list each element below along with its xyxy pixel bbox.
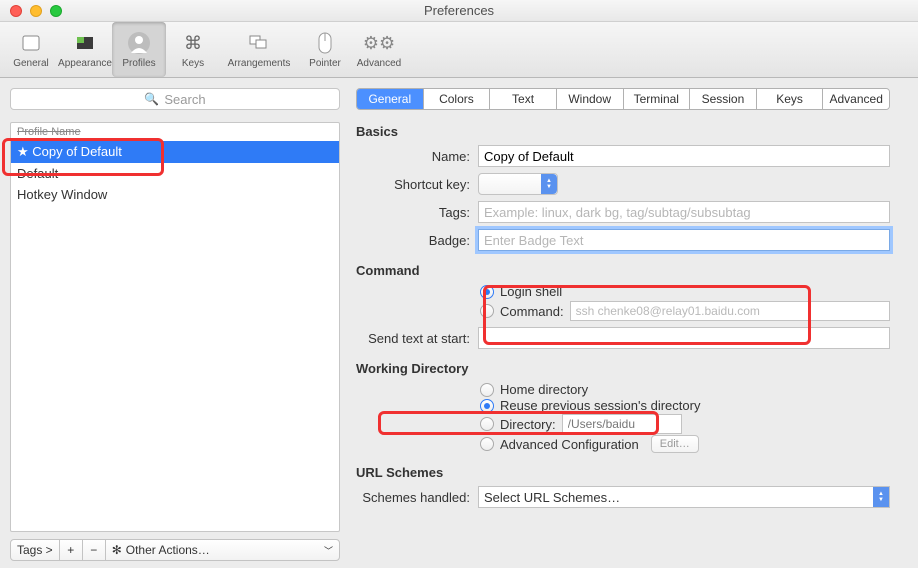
toolbar-label: Advanced	[357, 58, 401, 69]
toolbar-general[interactable]: General	[4, 22, 58, 77]
tags-label: Tags:	[356, 205, 478, 220]
content: 🔍 Search Profile Name ★ Copy of Default …	[0, 78, 918, 568]
tab-general[interactable]: General	[357, 89, 424, 109]
radio-command[interactable]	[480, 304, 494, 318]
toolbar-keys[interactable]: ⌘ Keys	[166, 22, 220, 77]
minimize-window-button[interactable]	[30, 5, 42, 17]
tab-colors[interactable]: Colors	[424, 89, 491, 109]
profile-tabs: General Colors Text Window Terminal Sess…	[356, 88, 890, 110]
reuse-dir-label: Reuse previous session's directory	[500, 398, 700, 413]
name-label: Name:	[356, 149, 478, 164]
other-actions-dropdown[interactable]: ✻ Other Actions… ﹀	[105, 539, 340, 561]
send-text-input[interactable]	[478, 327, 890, 349]
login-shell-label: Login shell	[500, 284, 562, 299]
window-controls	[10, 5, 62, 17]
cmd-icon: ⌘	[180, 30, 206, 56]
profile-row-copy-of-default[interactable]: ★ Copy of Default	[11, 141, 339, 163]
name-input[interactable]	[478, 145, 890, 167]
other-actions-label: Other Actions…	[126, 543, 210, 557]
windows-icon	[246, 30, 272, 56]
toolbar-arrangements[interactable]: Arrangements	[220, 22, 298, 77]
chevron-down-icon: ﹀	[324, 544, 333, 557]
profile-row-default[interactable]: Default	[11, 163, 339, 184]
toolbar-advanced[interactable]: ⚙︎⚙︎ Advanced	[352, 22, 406, 77]
command-heading: Command	[356, 263, 890, 278]
badge-label: Badge:	[356, 233, 478, 248]
radio-login-shell[interactable]	[480, 285, 494, 299]
tab-terminal[interactable]: Terminal	[624, 89, 691, 109]
edit-button[interactable]: Edit…	[651, 435, 699, 453]
shortcut-label: Shortcut key:	[356, 177, 478, 192]
radio-advanced-config[interactable]	[480, 437, 494, 451]
profile-row-hotkey-window[interactable]: Hotkey Window	[11, 184, 339, 205]
url-schemes-select[interactable]: Select URL Schemes… ▲▼	[478, 486, 890, 508]
tab-session[interactable]: Session	[690, 89, 757, 109]
tab-window[interactable]: Window	[557, 89, 624, 109]
gear-icon: ✻	[112, 543, 122, 557]
add-profile-button[interactable]: +	[59, 539, 83, 561]
profile-list[interactable]: Profile Name ★ Copy of Default Default H…	[10, 122, 340, 532]
tab-advanced[interactable]: Advanced	[823, 89, 889, 109]
rect-icon	[18, 30, 44, 56]
search-icon: 🔍	[144, 92, 159, 106]
chevron-updown-icon: ▲▼	[873, 487, 889, 507]
tags-button[interactable]: Tags >	[10, 539, 60, 561]
toolbar-label: General	[13, 58, 49, 69]
radio-home-dir[interactable]	[480, 383, 494, 397]
radio-directory[interactable]	[480, 417, 494, 431]
person-icon	[126, 30, 152, 56]
directory-input[interactable]	[562, 414, 682, 434]
badge-input[interactable]	[478, 229, 890, 251]
working-heading: Working Directory	[356, 361, 890, 376]
radio-reuse-dir[interactable]	[480, 399, 494, 413]
close-window-button[interactable]	[10, 5, 22, 17]
profiles-sidebar: 🔍 Search Profile Name ★ Copy of Default …	[0, 78, 350, 568]
tab-text[interactable]: Text	[490, 89, 557, 109]
profile-list-header: Profile Name	[11, 123, 339, 141]
toolbar-label: Arrangements	[228, 58, 291, 69]
remove-profile-button[interactable]: −	[82, 539, 106, 561]
window-title: Preferences	[0, 3, 918, 18]
swatch-icon	[72, 30, 98, 56]
gears-icon: ⚙︎⚙︎	[366, 30, 392, 56]
send-text-label: Send text at start:	[356, 331, 478, 346]
toolbar-label: Pointer	[309, 58, 341, 69]
toolbar-appearance[interactable]: Appearance	[58, 22, 112, 77]
search-input[interactable]: 🔍 Search	[10, 88, 340, 110]
tab-keys[interactable]: Keys	[757, 89, 824, 109]
toolbar-pointer[interactable]: Pointer	[298, 22, 352, 77]
url-schemes-heading: URL Schemes	[356, 465, 890, 480]
profile-actions-bar: Tags > + − ✻ Other Actions… ﹀	[10, 538, 340, 562]
toolbar-label: Keys	[182, 58, 204, 69]
preferences-toolbar: General Appearance Profiles ⌘ Keys Arran…	[0, 22, 918, 78]
basics-heading: Basics	[356, 124, 890, 139]
command-input[interactable]	[570, 301, 890, 321]
url-schemes-value: Select URL Schemes…	[484, 490, 620, 505]
shortcut-select[interactable]: ▲▼	[478, 173, 558, 195]
home-dir-label: Home directory	[500, 382, 588, 397]
search-placeholder: Search	[164, 92, 205, 107]
schemes-label: Schemes handled:	[356, 490, 478, 505]
toolbar-label: Appearance	[58, 58, 112, 69]
mouse-icon	[312, 30, 338, 56]
toolbar-label: Profiles	[122, 58, 155, 69]
directory-label: Directory:	[500, 417, 556, 432]
advanced-config-label: Advanced Configuration	[500, 437, 639, 452]
titlebar: Preferences	[0, 0, 918, 22]
profile-detail-panel: General Colors Text Window Terminal Sess…	[350, 78, 918, 568]
tags-input[interactable]	[478, 201, 890, 223]
command-radio-label: Command:	[500, 304, 564, 319]
chevron-updown-icon: ▲▼	[541, 174, 557, 194]
toolbar-profiles[interactable]: Profiles	[112, 22, 166, 77]
zoom-window-button[interactable]	[50, 5, 62, 17]
